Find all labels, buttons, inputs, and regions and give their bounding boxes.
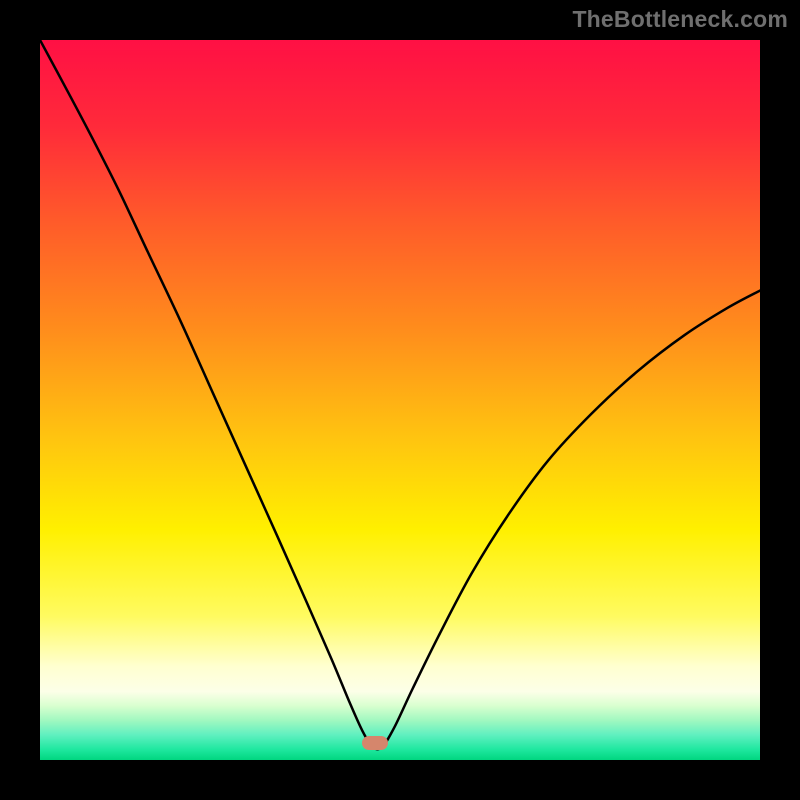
watermark-text: TheBottleneck.com	[572, 6, 788, 33]
plot-area	[40, 40, 760, 760]
chart-frame: TheBottleneck.com	[0, 0, 800, 800]
curve-layer	[40, 40, 760, 760]
optimum-marker	[362, 736, 388, 750]
bottleneck-curve	[40, 40, 760, 749]
